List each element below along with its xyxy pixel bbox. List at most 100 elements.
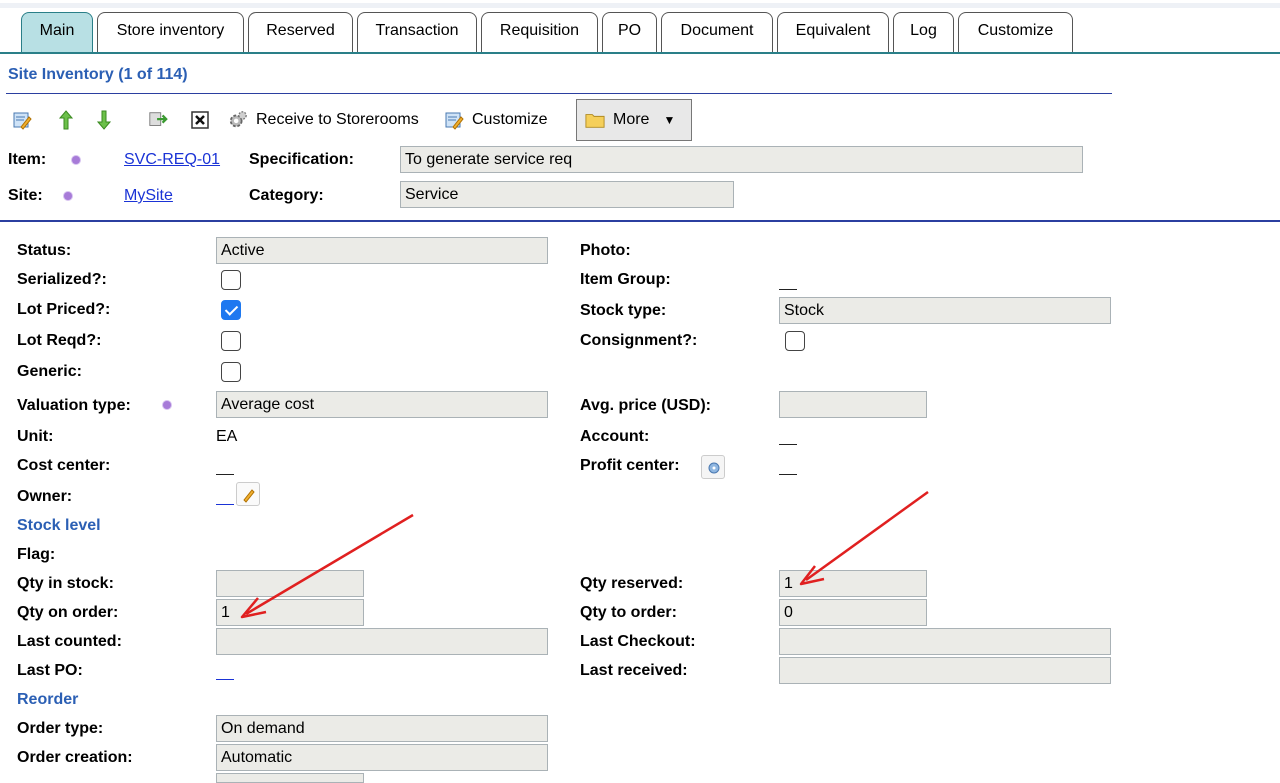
site-link[interactable]: MySite bbox=[124, 187, 173, 205]
status-field[interactable]: Active bbox=[216, 237, 548, 264]
serialized-checkbox[interactable] bbox=[221, 270, 241, 290]
section-divider bbox=[0, 220, 1280, 222]
duplicate-icon bbox=[148, 110, 168, 130]
tab-bar-strip bbox=[0, 3, 1280, 8]
consignment-label: Consignment?: bbox=[580, 332, 698, 349]
next-record-button[interactable] bbox=[94, 104, 114, 136]
receive-to-storerooms-label: Receive to Storerooms bbox=[256, 111, 419, 128]
category-field[interactable]: Service bbox=[400, 181, 734, 208]
last-checkout-field[interactable] bbox=[779, 628, 1111, 655]
tab-bar: Main Store inventory Reserved Transactio… bbox=[0, 0, 1280, 55]
order-type-label: Order type: bbox=[17, 720, 104, 737]
last-checkout-label: Last Checkout: bbox=[580, 633, 696, 650]
order-type-field[interactable]: On demand bbox=[216, 715, 548, 742]
last-counted-label: Last counted: bbox=[17, 633, 122, 650]
item-label: Item: bbox=[8, 151, 47, 168]
qty-reserved-field[interactable]: 1 bbox=[779, 570, 927, 597]
tab-store-inventory[interactable]: Store inventory bbox=[97, 12, 244, 53]
last-po-link[interactable] bbox=[216, 679, 234, 680]
order-creation-field[interactable]: Automatic bbox=[216, 744, 548, 771]
lot-reqd-checkbox[interactable] bbox=[221, 331, 241, 351]
category-label: Category: bbox=[249, 187, 324, 204]
status-label: Status: bbox=[17, 242, 72, 259]
photo-label: Photo: bbox=[580, 242, 631, 259]
lot-reqd-label: Lot Reqd?: bbox=[17, 332, 102, 349]
qty-in-stock-label: Qty in stock: bbox=[17, 575, 114, 592]
edit-button[interactable] bbox=[12, 104, 32, 136]
cost-center-label: Cost center: bbox=[17, 457, 111, 474]
tab-reserved[interactable]: Reserved bbox=[248, 12, 353, 53]
qty-to-order-label: Qty to order: bbox=[580, 604, 677, 621]
edit-icon bbox=[12, 110, 32, 130]
more-button[interactable]: More ▼ bbox=[576, 99, 692, 141]
unit-label: Unit: bbox=[17, 428, 54, 445]
generic-checkbox[interactable] bbox=[221, 362, 241, 382]
duplicate-button[interactable] bbox=[148, 104, 168, 136]
page-title: Site Inventory (1 of 114) bbox=[8, 66, 188, 83]
more-label: More bbox=[613, 111, 650, 128]
tab-main[interactable]: Main bbox=[21, 12, 93, 53]
next-field-partial[interactable] bbox=[216, 773, 364, 783]
account-empty bbox=[779, 444, 797, 445]
last-received-label: Last received: bbox=[580, 662, 688, 679]
last-counted-field[interactable] bbox=[216, 628, 548, 655]
qty-to-order-field[interactable]: 0 bbox=[779, 599, 927, 626]
tab-document[interactable]: Document bbox=[661, 12, 773, 53]
tab-transaction[interactable]: Transaction bbox=[357, 12, 477, 53]
title-divider bbox=[6, 93, 1112, 94]
qty-reserved-label: Qty reserved: bbox=[580, 575, 684, 592]
required-indicator-icon bbox=[64, 192, 72, 200]
delete-button[interactable] bbox=[190, 104, 210, 136]
previous-record-button[interactable] bbox=[56, 104, 76, 136]
arrow-down-icon bbox=[94, 110, 114, 130]
stock-level-heading: Stock level bbox=[17, 517, 101, 534]
close-icon bbox=[190, 110, 210, 130]
generic-label: Generic: bbox=[17, 363, 82, 380]
tab-po[interactable]: PO bbox=[602, 12, 657, 53]
qty-on-order-label: Qty on order: bbox=[17, 604, 119, 621]
item-group-label: Item Group: bbox=[580, 271, 671, 288]
lot-priced-checkbox[interactable] bbox=[221, 300, 241, 320]
tab-requisition[interactable]: Requisition bbox=[481, 12, 598, 53]
stock-type-field[interactable]: Stock bbox=[779, 297, 1111, 324]
last-po-label: Last PO: bbox=[17, 662, 83, 679]
serialized-label: Serialized?: bbox=[17, 271, 107, 288]
avg-price-label: Avg. price (USD): bbox=[580, 397, 711, 414]
pencil-icon[interactable] bbox=[236, 482, 260, 506]
consignment-checkbox[interactable] bbox=[785, 331, 805, 351]
valuation-type-field[interactable]: Average cost bbox=[216, 391, 548, 418]
arrow-up-icon bbox=[56, 110, 76, 130]
item-group-empty bbox=[779, 289, 797, 290]
folder-icon bbox=[585, 110, 605, 130]
lookup-icon[interactable] bbox=[701, 455, 725, 479]
stock-type-label: Stock type: bbox=[580, 302, 667, 319]
customize-label: Customize bbox=[472, 111, 548, 128]
avg-price-field[interactable] bbox=[779, 391, 927, 418]
specification-label: Specification: bbox=[249, 151, 354, 168]
owner-link[interactable] bbox=[216, 504, 234, 505]
gear-icon bbox=[228, 110, 248, 130]
valuation-type-label: Valuation type: bbox=[17, 397, 131, 414]
required-indicator-icon bbox=[163, 401, 171, 409]
edit-icon bbox=[444, 110, 464, 130]
profit-center-empty bbox=[779, 474, 797, 475]
qty-in-stock-field[interactable] bbox=[216, 570, 364, 597]
tab-bar-line bbox=[0, 52, 1280, 54]
flag-label: Flag: bbox=[17, 546, 56, 563]
receive-to-storerooms-button[interactable]: Receive to Storerooms bbox=[228, 104, 419, 136]
cost-center-empty bbox=[216, 474, 234, 475]
specification-field[interactable]: To generate service req bbox=[400, 146, 1083, 173]
lot-priced-label: Lot Priced?: bbox=[17, 301, 111, 318]
tab-log[interactable]: Log bbox=[893, 12, 954, 53]
last-received-field[interactable] bbox=[779, 657, 1111, 684]
reorder-heading: Reorder bbox=[17, 691, 79, 708]
account-label: Account: bbox=[580, 428, 650, 445]
caret-down-icon: ▼ bbox=[663, 113, 676, 127]
customize-button[interactable]: Customize bbox=[444, 104, 548, 136]
tab-customize[interactable]: Customize bbox=[958, 12, 1073, 53]
qty-on-order-field[interactable]: 1 bbox=[216, 599, 364, 626]
item-link[interactable]: SVC-REQ-01 bbox=[124, 151, 220, 169]
unit-value: EA bbox=[216, 428, 238, 445]
required-indicator-icon bbox=[72, 156, 80, 164]
tab-equivalent[interactable]: Equivalent bbox=[777, 12, 889, 53]
